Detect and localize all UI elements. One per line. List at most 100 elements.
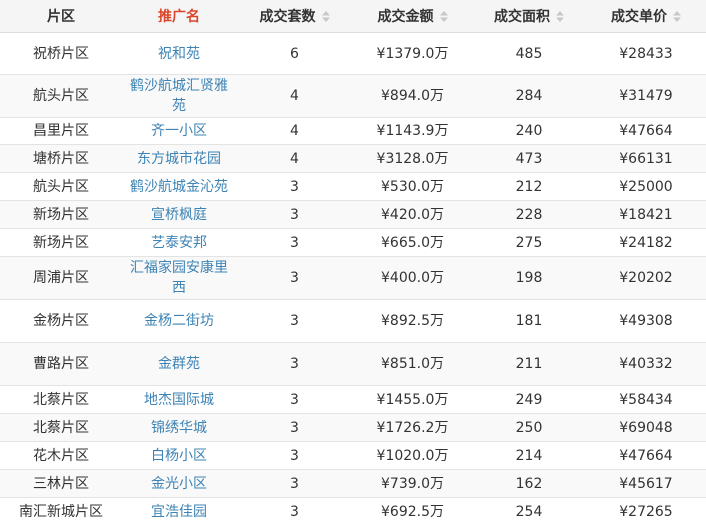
header-count-label: 成交套数 xyxy=(259,9,316,25)
area-cell: 162 xyxy=(472,469,586,498)
district-cell: 航头片区 xyxy=(0,74,122,118)
area-cell: 249 xyxy=(472,385,586,414)
promo-name-link[interactable]: 汇福家园安康里西 xyxy=(130,260,228,296)
amount-cell: ¥665.0万 xyxy=(353,228,472,257)
header-district: 片区 xyxy=(0,0,122,33)
header-unit-price[interactable]: 成交单价 xyxy=(586,0,706,33)
transaction-table: 片区 推广名 成交套数 成交金额 成交面积 成交单价 祝桥片区 祝和苑 6 ¥1… xyxy=(0,0,706,525)
unit-price-cell: ¥47664 xyxy=(586,441,706,470)
count-cell: 3 xyxy=(236,342,353,386)
promo-name-cell: 地杰国际城 xyxy=(122,385,236,414)
promo-name-link[interactable]: 鹤沙航城汇贤雅苑 xyxy=(130,78,228,114)
area-cell: 254 xyxy=(472,497,586,525)
promo-name-link[interactable]: 宜浩佳园 xyxy=(151,504,207,520)
area-cell: 212 xyxy=(472,172,586,201)
promo-name-link[interactable]: 金群苑 xyxy=(158,356,200,372)
area-cell: 240 xyxy=(472,117,586,145)
promo-name-link[interactable]: 齐一小区 xyxy=(151,123,207,139)
promo-name-link[interactable]: 祝和苑 xyxy=(158,46,200,62)
amount-cell: ¥851.0万 xyxy=(353,342,472,386)
promo-name-link[interactable]: 金光小区 xyxy=(151,476,207,492)
area-cell: 181 xyxy=(472,299,586,343)
count-cell: 3 xyxy=(236,299,353,343)
count-cell: 3 xyxy=(236,469,353,498)
count-cell: 6 xyxy=(236,32,353,75)
header-area[interactable]: 成交面积 xyxy=(472,0,586,33)
unit-price-cell: ¥40332 xyxy=(586,342,706,386)
promo-name-cell: 金光小区 xyxy=(122,469,236,498)
count-cell: 3 xyxy=(236,172,353,201)
unit-price-cell: ¥24182 xyxy=(586,228,706,257)
header-row: 片区 推广名 成交套数 成交金额 成交面积 成交单价 xyxy=(0,0,706,33)
district-cell: 新场片区 xyxy=(0,200,122,229)
header-amount-label: 成交金额 xyxy=(377,9,434,25)
promo-name-cell: 齐一小区 xyxy=(122,117,236,145)
district-cell: 新场片区 xyxy=(0,228,122,257)
promo-name-link[interactable]: 白杨小区 xyxy=(151,448,207,464)
count-cell: 3 xyxy=(236,385,353,414)
unit-price-cell: ¥45617 xyxy=(586,469,706,498)
header-district-label: 片区 xyxy=(47,9,75,25)
unit-price-cell: ¥49308 xyxy=(586,299,706,343)
promo-name-link[interactable]: 东方城市花园 xyxy=(137,151,221,167)
amount-cell: ¥739.0万 xyxy=(353,469,472,498)
count-cell: 3 xyxy=(236,256,353,300)
table-row: 金杨片区 金杨二街坊 3 ¥892.5万 181 ¥49308 xyxy=(0,299,706,343)
promo-name-cell: 鹤沙航城金沁苑 xyxy=(122,172,236,201)
promo-name-link[interactable]: 金杨二街坊 xyxy=(144,313,214,329)
unit-price-cell: ¥31479 xyxy=(586,74,706,118)
district-cell: 昌里片区 xyxy=(0,117,122,145)
promo-name-cell: 汇福家园安康里西 xyxy=(122,256,236,300)
area-cell: 214 xyxy=(472,441,586,470)
table-row: 三林片区 金光小区 3 ¥739.0万 162 ¥45617 xyxy=(0,469,706,498)
count-cell: 4 xyxy=(236,74,353,118)
sort-icon[interactable] xyxy=(673,11,681,22)
table-row: 祝桥片区 祝和苑 6 ¥1379.0万 485 ¥28433 xyxy=(0,32,706,75)
table-row: 新场片区 艺泰安邦 3 ¥665.0万 275 ¥24182 xyxy=(0,228,706,257)
promo-name-link[interactable]: 鹤沙航城金沁苑 xyxy=(130,179,228,195)
promo-name-cell: 艺泰安邦 xyxy=(122,228,236,257)
district-cell: 曹路片区 xyxy=(0,342,122,386)
area-cell: 275 xyxy=(472,228,586,257)
table-row: 昌里片区 齐一小区 4 ¥1143.9万 240 ¥47664 xyxy=(0,117,706,145)
count-cell: 3 xyxy=(236,200,353,229)
district-cell: 周浦片区 xyxy=(0,256,122,300)
district-cell: 塘桥片区 xyxy=(0,144,122,173)
unit-price-cell: ¥27265 xyxy=(586,497,706,525)
promo-name-cell: 鹤沙航城汇贤雅苑 xyxy=(122,74,236,118)
district-cell: 三林片区 xyxy=(0,469,122,498)
table-row: 塘桥片区 东方城市花园 4 ¥3128.0万 473 ¥66131 xyxy=(0,144,706,173)
count-cell: 3 xyxy=(236,413,353,442)
sort-icon[interactable] xyxy=(321,11,330,22)
table-row: 周浦片区 汇福家园安康里西 3 ¥400.0万 198 ¥20202 xyxy=(0,256,706,300)
sort-icon[interactable] xyxy=(556,11,564,22)
unit-price-cell: ¥25000 xyxy=(586,172,706,201)
table-body: 祝桥片区 祝和苑 6 ¥1379.0万 485 ¥28433 航头片区 鹤沙航城… xyxy=(0,32,706,525)
header-count[interactable]: 成交套数 xyxy=(236,0,353,33)
promo-name-cell: 金杨二街坊 xyxy=(122,299,236,343)
area-cell: 228 xyxy=(472,200,586,229)
promo-name-cell: 祝和苑 xyxy=(122,32,236,75)
count-cell: 4 xyxy=(236,144,353,173)
table-row: 北蔡片区 锦绣华城 3 ¥1726.2万 250 ¥69048 xyxy=(0,413,706,442)
area-cell: 250 xyxy=(472,413,586,442)
promo-name-cell: 白杨小区 xyxy=(122,441,236,470)
promo-name-link[interactable]: 艺泰安邦 xyxy=(151,235,207,251)
count-cell: 3 xyxy=(236,441,353,470)
district-cell: 南汇新城片区 xyxy=(0,497,122,525)
table-header: 片区 推广名 成交套数 成交金额 成交面积 成交单价 xyxy=(0,0,706,33)
unit-price-cell: ¥28433 xyxy=(586,32,706,75)
promo-name-cell: 东方城市花园 xyxy=(122,144,236,173)
table-row: 航头片区 鹤沙航城汇贤雅苑 4 ¥894.0万 284 ¥31479 xyxy=(0,74,706,118)
district-cell: 祝桥片区 xyxy=(0,32,122,75)
promo-name-link[interactable]: 地杰国际城 xyxy=(144,392,214,408)
header-amount[interactable]: 成交金额 xyxy=(353,0,472,33)
promo-name-cell: 宜浩佳园 xyxy=(122,497,236,525)
table-row: 航头片区 鹤沙航城金沁苑 3 ¥530.0万 212 ¥25000 xyxy=(0,172,706,201)
promo-name-link[interactable]: 宣桥枫庭 xyxy=(151,207,207,223)
header-area-label: 成交面积 xyxy=(494,9,550,25)
amount-cell: ¥1379.0万 xyxy=(353,32,472,75)
promo-name-link[interactable]: 锦绣华城 xyxy=(151,420,207,436)
sort-icon[interactable] xyxy=(439,11,448,22)
table-row: 北蔡片区 地杰国际城 3 ¥1455.0万 249 ¥58434 xyxy=(0,385,706,414)
